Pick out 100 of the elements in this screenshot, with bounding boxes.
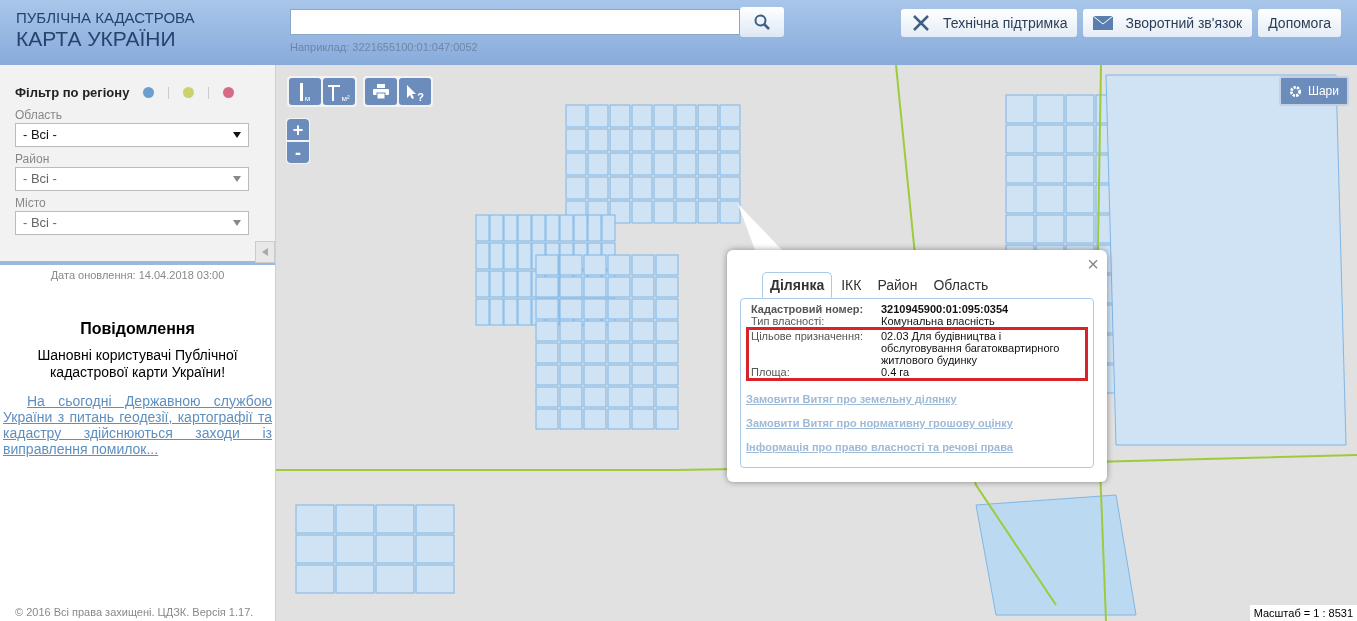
popup-tab[interactable]: ІКК <box>834 272 869 298</box>
land-parcel <box>559 298 583 320</box>
zoom-in-button[interactable]: + <box>287 119 309 140</box>
land-parcel <box>475 214 490 242</box>
land-parcel <box>489 298 504 326</box>
land-parcel <box>415 534 455 564</box>
land-parcel <box>565 176 587 200</box>
info-row-text: Кадастровий номер: 3210945900:01:095:0354 <box>750 303 1010 315</box>
land-parcel <box>655 386 679 408</box>
land-parcel <box>719 152 741 176</box>
land-parcel <box>609 152 631 176</box>
header-button[interactable]: Зворотний зв'язок <box>1083 9 1253 37</box>
land-parcel <box>607 386 631 408</box>
land-parcel <box>475 270 490 298</box>
search-button[interactable] <box>740 7 784 37</box>
land-parcel <box>1065 124 1095 154</box>
layers-button[interactable]: Шари <box>1278 76 1349 106</box>
land-parcel <box>631 408 655 430</box>
land-parcel <box>475 298 490 326</box>
land-parcel <box>655 320 679 342</box>
land-parcel <box>1065 184 1095 214</box>
popup-tab[interactable]: Район <box>870 272 925 298</box>
map-tool-button[interactable]: м <box>289 78 321 105</box>
land-parcel <box>335 504 375 534</box>
land-parcel <box>631 128 653 152</box>
land-parcel <box>607 276 631 298</box>
land-parcel <box>489 242 504 270</box>
close-button[interactable]: × <box>1087 254 1099 274</box>
land-parcel <box>583 364 607 386</box>
dropdown-caret-icon <box>233 175 241 182</box>
collapse-arrow-icon <box>262 248 268 256</box>
header-button[interactable]: Допомога <box>1258 9 1341 37</box>
land-parcel <box>489 270 504 298</box>
land-parcel <box>655 342 679 364</box>
land-parcel <box>587 128 609 152</box>
land-parcel <box>535 408 559 430</box>
land-parcel <box>631 276 655 298</box>
land-parcel <box>559 320 583 342</box>
land-parcel <box>295 534 335 564</box>
land-parcel <box>631 298 655 320</box>
printer-icon <box>373 84 389 99</box>
select-label: Район <box>15 150 51 167</box>
popup-link[interactable]: Інформація про право власності та речові права <box>746 441 1088 453</box>
zoom-out-button[interactable]: - <box>287 142 309 163</box>
map-tool-button[interactable]: м² <box>323 78 355 105</box>
gear-icon <box>1288 84 1302 98</box>
popup-link[interactable]: Замовити Витяг про земельну ділянку <box>746 393 1088 405</box>
notice-greeting: Шановні користувачі Публічної кадастрової карти України! <box>36 346 239 381</box>
land-parcel <box>631 152 653 176</box>
land-parcel <box>719 176 741 200</box>
map-tool-button[interactable]: ? <box>399 78 431 105</box>
land-parcel <box>565 128 587 152</box>
land-parcel <box>631 200 653 224</box>
land-parcel <box>583 342 607 364</box>
search-field[interactable] <box>290 9 740 35</box>
land-parcel <box>517 298 532 326</box>
land-parcel <box>503 298 518 326</box>
land-parcel <box>559 386 583 408</box>
land-parcel <box>565 104 587 128</box>
land-parcel <box>655 298 679 320</box>
land-parcel <box>489 214 504 242</box>
land-parcel <box>1035 184 1065 214</box>
map-scale: Масштаб = 1 : 8531 <box>1249 604 1357 621</box>
header-button[interactable]: Технічна підтримка <box>900 9 1078 37</box>
land-parcel <box>535 386 559 408</box>
notice-link[interactable]: На сьогодні Державною службою України з питань геодезії, картографії та кадастру здійснюються заходи із виправлення помилок... <box>0 392 275 457</box>
land-parcel <box>559 364 583 386</box>
land-parcel <box>583 320 607 342</box>
land-parcel <box>655 276 679 298</box>
land-parcel <box>335 564 375 594</box>
area-ruler-icon <box>328 82 341 101</box>
notice-title: Повідомлення <box>79 318 196 339</box>
info-row: Цільове призначення: 02.03 Для будівництва і обслуговування багатоквартирного житлового будинку <box>746 327 1088 366</box>
land-parcel <box>631 320 655 342</box>
land-parcel <box>517 214 532 242</box>
popup-tab[interactable]: Область <box>926 272 996 298</box>
land-parcel <box>1035 154 1065 184</box>
update-date: Дата оновлення: 14.04.2018 03:00 <box>49 268 226 283</box>
popup-tab[interactable]: Ділянка <box>762 272 833 298</box>
land-parcel <box>531 214 546 242</box>
envelope-icon <box>1093 16 1114 30</box>
land-parcel <box>653 128 675 152</box>
land-parcel <box>559 276 583 298</box>
land-parcel <box>719 200 741 224</box>
popup-link[interactable]: Замовити Витяг про нормативну грошову оцінку <box>746 417 1088 429</box>
dropdown-caret-icon <box>233 219 241 226</box>
land-parcel <box>1005 154 1035 184</box>
land-parcel <box>295 564 335 594</box>
land-parcel <box>517 270 532 298</box>
land-parcel <box>653 104 675 128</box>
region-select[interactable]: - Всі - <box>15 122 249 147</box>
land-parcel <box>697 152 719 176</box>
land-parcel <box>655 408 679 430</box>
land-parcel <box>587 104 609 128</box>
info-row-text: Тип власності: Комунальна власність <box>750 315 996 327</box>
map-tool-button[interactable] <box>365 78 397 105</box>
land-parcel <box>1035 214 1065 244</box>
land-parcel <box>583 298 607 320</box>
land-parcel <box>653 200 675 224</box>
collapse-sidebar-button[interactable] <box>255 241 275 263</box>
